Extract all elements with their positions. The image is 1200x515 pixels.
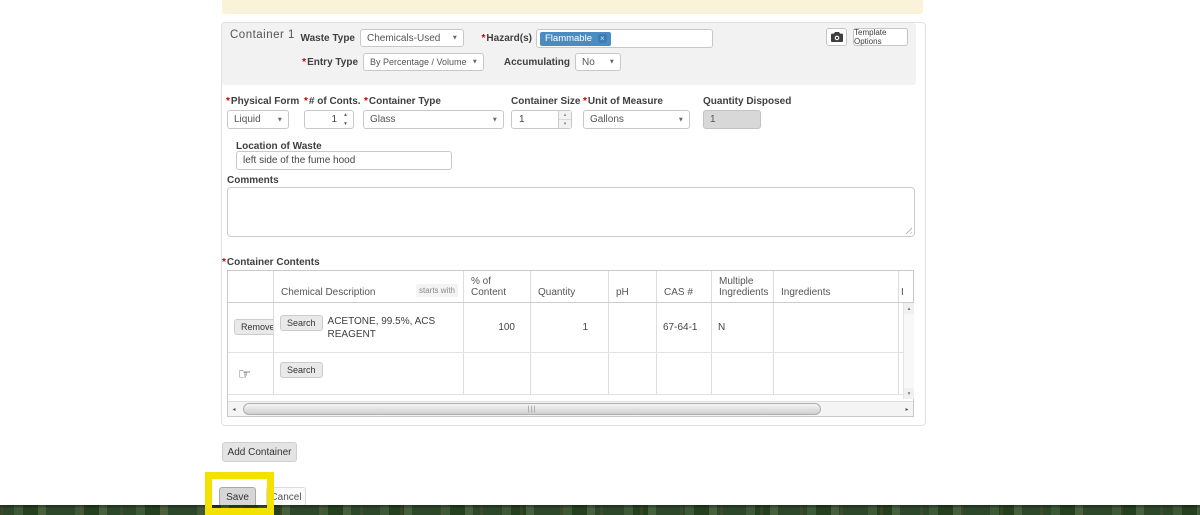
entry-type-label: *Entry Type: [270, 57, 358, 68]
num-conts-value: 1: [331, 114, 337, 125]
container-contents-table: Chemical Description starts with % of Co…: [227, 270, 914, 417]
waste-type-value: Chemicals-Used: [367, 33, 440, 44]
scrollbar-grip-icon: |||: [528, 406, 536, 413]
num-conts-label: *# of Conts.: [304, 96, 361, 107]
chevron-down-icon: ▼: [609, 59, 615, 66]
location-of-waste-value: left side of the fume hood: [243, 155, 355, 166]
scroll-right-icon[interactable]: ▸: [901, 402, 913, 416]
entry-type-select[interactable]: By Percentage / Volume ▼: [363, 53, 484, 71]
physical-form-value: Liquid: [234, 114, 261, 125]
table-row: ☞ Search: [228, 353, 913, 395]
scrollbar-thumb[interactable]: |||: [243, 403, 821, 415]
horizontal-scrollbar[interactable]: ◂ ▸ |||: [228, 401, 913, 416]
pointing-hand-icon: ☞: [238, 365, 251, 383]
container-size-value: 1: [519, 114, 525, 125]
quantity-disposed-input: 1: [703, 110, 761, 129]
vertical-scrollbar[interactable]: ▴ ▾: [903, 303, 914, 399]
quantity-column-header: Quantity: [530, 271, 608, 302]
waste-type-select[interactable]: Chemicals-Used ▼: [360, 29, 464, 47]
unit-of-measure-label: *Unit of Measure: [583, 96, 663, 107]
pct-content-cell: 100: [463, 303, 530, 352]
remove-button[interactable]: Remove: [234, 319, 273, 335]
physical-form-label: *Physical Form: [226, 96, 299, 107]
container-type-value: Glass: [370, 114, 396, 125]
chevron-down-icon: ▼: [492, 116, 498, 123]
quantity-disposed-value: 1: [710, 114, 716, 125]
waste-container-form: Container 1 Waste Type Chemicals-Used ▼ …: [0, 0, 1200, 515]
comments-textarea[interactable]: [227, 187, 915, 237]
hazard-chip-label: Flammable: [545, 33, 592, 44]
ph-cell: [608, 353, 656, 394]
spin-down-icon[interactable]: ▾: [559, 120, 571, 128]
ph-cell: [608, 303, 656, 352]
template-options-button[interactable]: Template Options: [853, 28, 908, 46]
cas-column-header: CAS #: [656, 271, 711, 302]
cancel-button[interactable]: Cancel: [266, 487, 306, 507]
chemical-description-cell: Search: [273, 353, 463, 394]
container-type-label: *Container Type: [364, 96, 441, 107]
entry-type-value: By Percentage / Volume: [370, 57, 467, 67]
table-row: Remove Search ACETONE, 99.5%, ACS REAGEN…: [228, 303, 913, 353]
pct-content-column-header: % of Content: [463, 271, 530, 302]
save-button[interactable]: Save: [219, 487, 256, 507]
clipped-column-header: I: [898, 271, 903, 302]
ph-column-header: pH: [608, 271, 656, 302]
resize-grip-icon[interactable]: [903, 225, 912, 234]
quantity-disposed-label: Quantity Disposed: [703, 96, 791, 107]
accumulating-label: Accumulating: [480, 57, 570, 68]
action-column-header: [228, 271, 273, 302]
camera-button[interactable]: [826, 28, 847, 46]
chevron-down-icon: ▼: [277, 116, 283, 123]
container-type-select[interactable]: Glass ▼: [363, 110, 504, 129]
container-size-label: Container Size: [511, 96, 580, 107]
pct-content-cell: [463, 353, 530, 394]
chip-close-icon[interactable]: ×: [598, 34, 607, 43]
ingredients-cell: [773, 353, 898, 394]
location-of-waste-input[interactable]: left side of the fume hood: [236, 151, 452, 170]
comments-label: Comments: [227, 175, 279, 186]
scroll-down-icon[interactable]: ▾: [904, 388, 914, 399]
action-cell: ☞: [228, 353, 273, 394]
multiple-ingredients-cell: N: [711, 303, 773, 352]
spin-up-icon[interactable]: ▴: [559, 111, 571, 120]
chemical-description-cell: Search ACETONE, 99.5%, ACS REAGENT: [273, 303, 463, 352]
table-header-row: Chemical Description starts with % of Co…: [228, 271, 913, 303]
scroll-left-icon[interactable]: ◂: [228, 402, 240, 416]
quantity-cell: [530, 353, 608, 394]
spin-down-icon[interactable]: ▾: [344, 121, 347, 127]
add-container-button[interactable]: Add Container: [222, 442, 297, 462]
hazard-label: *Hazard(s): [450, 33, 532, 44]
multiple-ingredients-cell: [711, 353, 773, 394]
accumulating-value: No: [582, 57, 595, 68]
accumulating-select[interactable]: No ▼: [575, 53, 621, 71]
search-button[interactable]: Search: [280, 362, 323, 378]
cas-cell: 67-64-1: [656, 303, 711, 352]
unit-of-measure-value: Gallons: [590, 114, 624, 125]
chemical-description-column-header: Chemical Description starts with: [273, 271, 463, 302]
camera-icon: [831, 32, 843, 42]
hazard-input[interactable]: Flammable ×: [536, 29, 713, 48]
search-button[interactable]: Search: [280, 315, 323, 331]
unit-of-measure-select[interactable]: Gallons ▼: [583, 110, 690, 129]
num-conts-stepper[interactable]: 1 ▴ ▾: [304, 110, 354, 129]
ingredients-column-header: Ingredients: [773, 271, 898, 302]
chemical-description-value: ACETONE, 99.5%, ACS REAGENT: [328, 316, 436, 340]
multiple-ingredients-column-header: Multiple Ingredients: [711, 271, 773, 302]
background-image-strip: [0, 505, 1200, 515]
cas-cell: [656, 353, 711, 394]
hazard-chip: Flammable ×: [540, 32, 611, 46]
action-cell: Remove: [228, 303, 273, 352]
alert-strip: [222, 0, 923, 14]
spin-up-icon[interactable]: ▴: [344, 112, 347, 118]
container-size-stepper[interactable]: 1 ▴ ▾: [511, 110, 572, 129]
chevron-down-icon: ▼: [678, 116, 684, 123]
starts-with-operator[interactable]: starts with: [416, 284, 458, 297]
container-contents-label: *Container Contents: [222, 257, 320, 268]
chevron-down-icon: ▼: [472, 59, 478, 66]
waste-type-label: Waste Type: [258, 33, 355, 44]
ingredients-cell: [773, 303, 898, 352]
scroll-up-icon[interactable]: ▴: [904, 303, 914, 314]
quantity-cell: 1: [530, 303, 608, 352]
physical-form-select[interactable]: Liquid ▼: [227, 110, 289, 129]
